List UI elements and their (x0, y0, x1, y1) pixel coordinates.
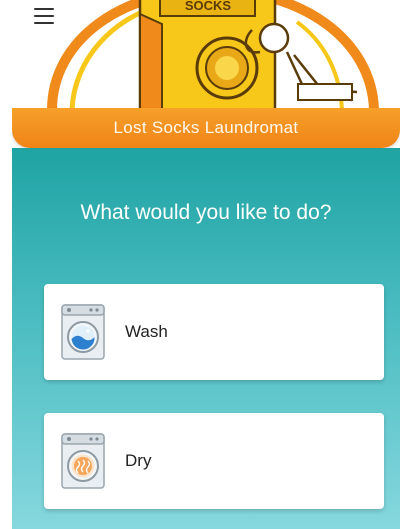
app-title-banner: Lost Socks Laundromat (12, 108, 400, 148)
dry-option-card[interactable]: Dry (44, 413, 384, 509)
main-panel: What would you like to do? Wash Dry (12, 148, 400, 529)
hero-logo: SOCKS (12, 0, 400, 110)
wash-label: Wash (125, 322, 168, 341)
hamburger-menu-icon[interactable] (34, 8, 54, 24)
dry-label: Dry (125, 451, 152, 470)
wash-option-card[interactable]: Wash (44, 284, 384, 380)
logo-lettering: SOCKS (185, 0, 232, 13)
app: SOCKS Lost Socks Laundromat What would y… (12, 0, 400, 529)
washing-machine-icon (61, 304, 105, 360)
app-title: Lost Socks Laundromat (113, 118, 299, 137)
prompt-question: What would you like to do? (80, 201, 332, 224)
dryer-icon (61, 433, 105, 489)
laundromat-logo-illustration: SOCKS (47, 0, 379, 110)
